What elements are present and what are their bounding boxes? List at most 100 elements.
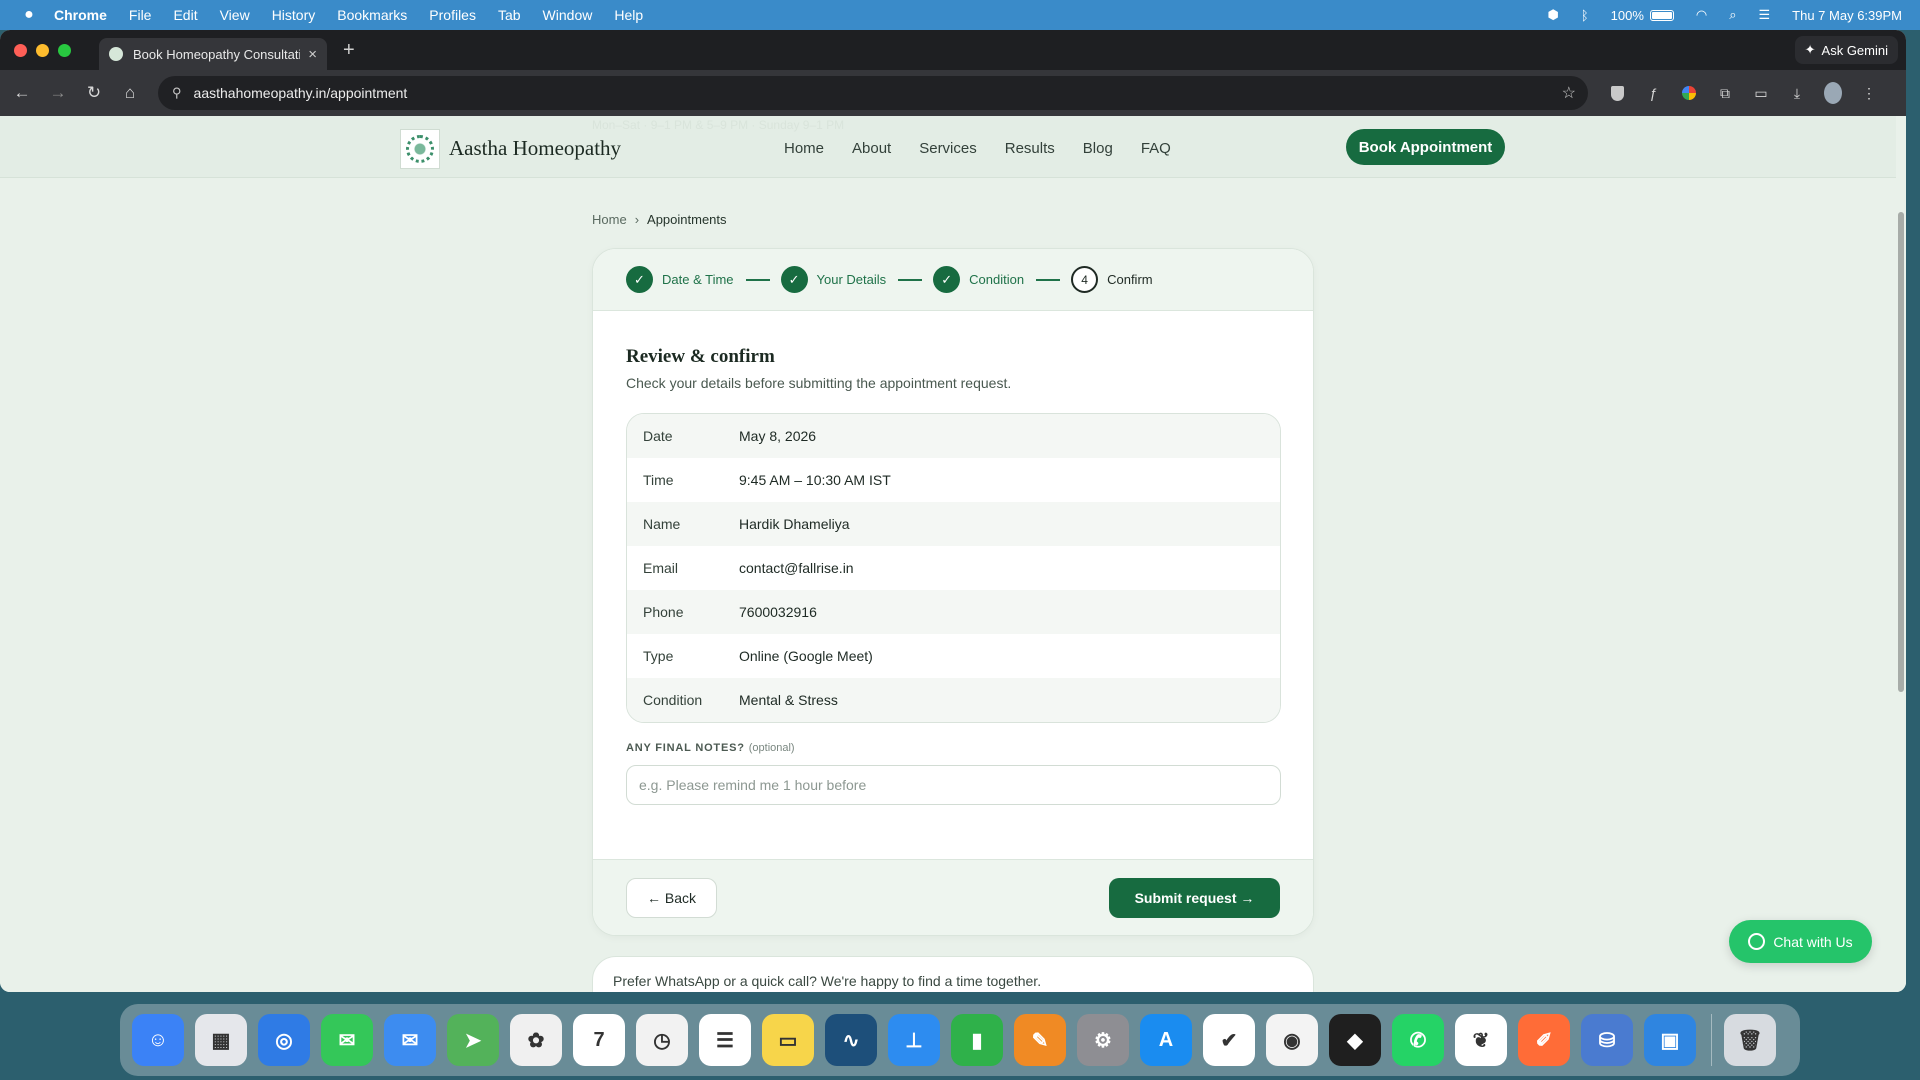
bookmark-star-icon[interactable]: ☆ <box>1562 83 1576 103</box>
nav-home[interactable]: Home <box>784 140 824 157</box>
menu-edit[interactable]: Edit <box>173 7 197 23</box>
menu-window[interactable]: Window <box>543 7 593 23</box>
page-scrollbar[interactable] <box>1896 116 1906 992</box>
dock-safari-icon[interactable]: ◎ <box>258 1014 310 1066</box>
apple-menu-icon[interactable]: ● <box>18 6 40 24</box>
breadcrumb-home[interactable]: Home <box>592 212 627 227</box>
summary-key: Condition <box>643 692 703 708</box>
dock-trash-icon[interactable]: 🗑 <box>1724 1014 1776 1066</box>
booking-summary-table: Date May 8, 2026 Time 9:45 AM – 10:30 AM I… <box>626 413 1281 723</box>
menu-help[interactable]: Help <box>614 7 643 23</box>
scrollbar-thumb[interactable] <box>1898 212 1904 692</box>
summary-key: Time <box>643 472 674 488</box>
menu-profiles[interactable]: Profiles <box>429 7 476 23</box>
submit-request-button[interactable]: Submit request → <box>1109 878 1280 918</box>
nav-services[interactable]: Services <box>919 140 977 157</box>
step-condition[interactable]: ✓ Condition <box>933 266 1024 293</box>
dock-pages-icon[interactable]: ✎ <box>1014 1014 1066 1066</box>
dock-photos-icon[interactable]: ✿ <box>510 1014 562 1066</box>
downloads-icon[interactable]: ⤓ <box>1788 84 1806 102</box>
dock-numbers-icon[interactable]: ▮ <box>951 1014 1003 1066</box>
dock-notes-icon[interactable]: ▭ <box>762 1014 814 1066</box>
booking-stepper: ✓ Date & Time ✓ Your Details ✓ Condition… <box>593 249 1313 311</box>
site-info-icon[interactable]: ⚲ <box>172 85 182 101</box>
dock-dbngin-icon[interactable]: ⛁ <box>1581 1014 1633 1066</box>
dock-keynote-icon[interactable]: ⊥ <box>888 1014 940 1066</box>
zoom-window-button[interactable] <box>58 43 71 57</box>
dock-whatsapp-icon[interactable]: ✆ <box>1392 1014 1444 1066</box>
function-extension-icon[interactable]: ƒ <box>1644 84 1662 102</box>
menu-tab[interactable]: Tab <box>498 7 521 23</box>
menu-bookmarks[interactable]: Bookmarks <box>337 7 407 23</box>
summary-value: Hardik Dhameliya <box>739 516 850 532</box>
dock-postman-icon[interactable]: ✐ <box>1518 1014 1570 1066</box>
menu-history[interactable]: History <box>272 7 316 23</box>
browser-menu-icon[interactable]: ⋮ <box>1860 84 1878 102</box>
nav-faq[interactable]: FAQ <box>1141 140 1171 157</box>
summary-value: Mental & Stress <box>739 692 838 708</box>
bluetooth-icon[interactable]: ᛒ <box>1581 8 1589 23</box>
dock-app-store-icon[interactable]: A <box>1140 1014 1192 1066</box>
close-tab-icon[interactable]: × <box>308 46 317 63</box>
dock-calendar-icon[interactable]: 7 <box>573 1014 625 1066</box>
review-title: Review & confirm <box>626 346 775 367</box>
site-logo[interactable] <box>400 129 440 169</box>
browser-tab[interactable]: Book Homeopathy Consultati × <box>99 38 327 70</box>
spotlight-search-icon[interactable]: ⌕ <box>1729 7 1736 23</box>
nav-about[interactable]: About <box>852 140 891 157</box>
ask-gemini-button[interactable]: ✦ Ask Gemini <box>1794 36 1898 64</box>
address-bar[interactable]: ⚲ aasthahomeopathy.in/appointment ☆ <box>158 76 1588 110</box>
nav-results[interactable]: Results <box>1005 140 1055 157</box>
control-center-icon[interactable]: ☰ <box>1759 7 1771 23</box>
nav-blog[interactable]: Blog <box>1083 140 1113 157</box>
step-date-time[interactable]: ✓ Date & Time <box>626 266 734 293</box>
dock-cursor-icon[interactable]: ◆ <box>1329 1014 1381 1066</box>
extensions-puzzle-icon[interactable]: ⧉ <box>1716 84 1734 102</box>
menu-app-name[interactable]: Chrome <box>54 7 107 23</box>
tab-search-icon[interactable]: ▭ <box>1752 84 1770 102</box>
window-controls <box>14 43 71 57</box>
color-picker-extension-icon[interactable] <box>1680 84 1698 102</box>
home-icon[interactable]: ⌂ <box>112 83 148 103</box>
url-text[interactable]: aasthahomeopathy.in/appointment <box>194 85 408 101</box>
site-brand-name[interactable]: Aastha Homeopathy <box>449 136 621 161</box>
dock-files-icon[interactable]: ▣ <box>1644 1014 1696 1066</box>
dock-chrome-icon[interactable]: ◉ <box>1266 1014 1318 1066</box>
dock-clock-icon[interactable]: ◷ <box>636 1014 688 1066</box>
profile-avatar[interactable] <box>1824 82 1842 104</box>
new-tab-icon[interactable]: + <box>343 39 355 62</box>
dock-freeform-icon[interactable]: ∿ <box>825 1014 877 1066</box>
close-window-button[interactable] <box>14 43 27 57</box>
dock-messages-icon[interactable]: ✉ <box>321 1014 373 1066</box>
minimize-window-button[interactable] <box>36 43 49 57</box>
dock-reminders-icon[interactable]: ☰ <box>699 1014 751 1066</box>
final-notes-input[interactable] <box>626 765 1281 805</box>
wifi-icon[interactable]: ◠ <box>1696 7 1707 23</box>
battery-status[interactable]: 100% <box>1611 8 1674 23</box>
step-your-details[interactable]: ✓ Your Details <box>780 266 886 293</box>
reload-icon[interactable]: ↻ <box>76 83 112 103</box>
chat-with-us-button[interactable]: Chat with Us <box>1729 920 1872 963</box>
back-button[interactable]: ← Back <box>626 878 717 918</box>
back-arrow-icon[interactable]: ← <box>4 83 40 103</box>
dock-finder-icon[interactable]: ☺ <box>132 1014 184 1066</box>
book-appointment-button[interactable]: Book Appointment <box>1346 129 1505 165</box>
menu-view[interactable]: View <box>220 7 250 23</box>
shield-extension-icon[interactable] <box>1608 84 1626 102</box>
dock-launchpad-icon[interactable]: ▦ <box>195 1014 247 1066</box>
summary-value: Online (Google Meet) <box>739 648 873 664</box>
dropbox-status-icon[interactable]: ⬢ <box>1547 7 1558 23</box>
menu-clock[interactable]: Thu 7 May 6:39PM <box>1792 8 1902 23</box>
step-connector <box>898 278 923 281</box>
dock-system-settings-icon[interactable]: ⚙ <box>1077 1014 1129 1066</box>
tab-title: Book Homeopathy Consultati <box>133 46 301 62</box>
chat-label: Chat with Us <box>1773 933 1853 950</box>
dock-mail-icon[interactable]: ✉ <box>384 1014 436 1066</box>
dock-mongodb-compass-icon[interactable]: ❦ <box>1455 1014 1507 1066</box>
dock-maps-icon[interactable]: ➤ <box>447 1014 499 1066</box>
forward-arrow-icon[interactable]: → <box>40 83 76 103</box>
menu-file[interactable]: File <box>129 7 152 23</box>
main-nav: Home About Services Results Blog FAQ <box>784 140 1171 157</box>
tree-logo-icon <box>406 135 434 163</box>
dock-tasks-icon[interactable]: ✔ <box>1203 1014 1255 1066</box>
